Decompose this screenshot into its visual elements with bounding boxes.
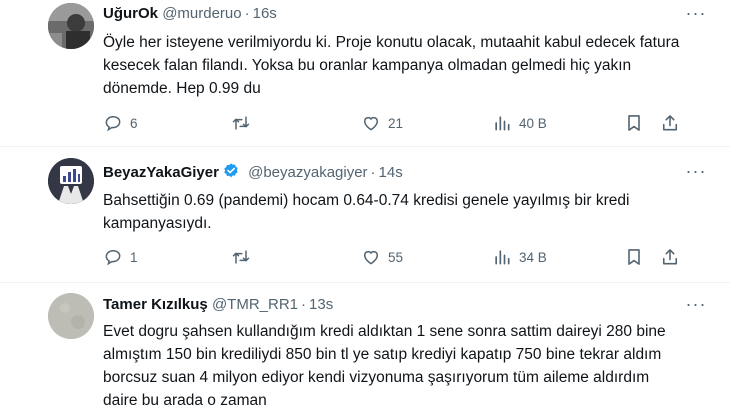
more-options-icon[interactable]: ··· [684,295,708,317]
views-chart-icon [495,116,510,131]
user-handle[interactable]: @beyazyakagiyer [248,164,367,181]
reply-button[interactable]: 6 [103,112,138,134]
reply-button[interactable]: 1 [103,246,138,268]
timestamp[interactable]: 16s [253,5,277,22]
share-button[interactable] [660,112,680,134]
tweet-actions: 6 21 40 B [103,112,693,134]
separator-dot: · [301,296,307,313]
retweet-icon [232,250,250,264]
user-name[interactable]: Tamer Kızılkuş [103,296,208,313]
like-count: 21 [388,115,404,131]
more-options-icon[interactable]: ··· [684,4,708,26]
retweet-icon [232,116,250,130]
user-handle[interactable]: @TMR_RR1 [212,296,298,313]
tweet-1[interactable]: UğurOk @murderuo · 16s ··· Öyle her isteye… [0,0,730,142]
share-button[interactable] [660,246,680,268]
verified-badge-icon [222,162,240,186]
like-button[interactable]: 55 [361,246,403,268]
reply-icon [105,115,121,132]
user-name[interactable]: UğurOk [103,5,158,22]
avatar[interactable] [48,3,94,49]
bookmark-button[interactable] [624,112,644,134]
tweet-header: Tamer Kızılkuş @TMR_RR1 · 13s [103,295,333,315]
timestamp[interactable]: 13s [309,296,333,313]
avatar[interactable] [48,158,94,204]
tweet-2[interactable]: BeyazYakaGiyer @beyazyakagiyer · 14s ··· B… [0,147,730,282]
retweet-button[interactable] [231,112,251,134]
bookmark-button[interactable] [624,246,644,268]
share-icon [662,249,678,265]
share-icon [662,115,678,131]
bookmark-icon [628,249,640,265]
like-button[interactable]: 21 [361,112,403,134]
reply-count: 1 [130,249,138,265]
more-options-icon[interactable]: ··· [684,162,708,184]
views-count: 34 B [519,249,547,265]
tweet-text: Evet dogru şahsen kullandığım kredi aldı… [103,323,666,409]
retweet-button[interactable] [231,246,251,268]
tweet-text: Öyle her isteyene verilmiyordu ki. Proje… [103,34,680,97]
views-count: 40 B [519,115,547,131]
views-button[interactable]: 34 B [492,246,547,268]
tweet-header: UğurOk @murderuo · 16s [103,4,277,24]
tweet-header: BeyazYakaGiyer @beyazyakagiyer · 14s [103,162,403,186]
reply-count: 6 [130,115,138,131]
tweet-3[interactable]: Tamer Kızılkuş @TMR_RR1 · 13s ··· Evet dog… [0,283,730,420]
user-name[interactable]: BeyazYakaGiyer [103,164,219,181]
tweet-text: Bahsettiğin 0.69 (pandemi) hocam 0.64-0.… [103,192,630,232]
user-handle[interactable]: @murderuo [162,5,241,22]
heart-icon [364,250,378,265]
reply-icon [105,249,121,266]
views-button[interactable]: 40 B [492,112,547,134]
bookmark-icon [628,115,640,131]
tweet-actions: 1 55 34 B [103,246,693,268]
views-chart-icon [495,250,510,265]
separator-dot: · [244,5,250,22]
separator-dot: · [370,164,376,181]
like-count: 55 [388,249,404,265]
timestamp[interactable]: 14s [379,164,403,181]
avatar[interactable] [48,293,94,339]
heart-icon [364,116,378,131]
